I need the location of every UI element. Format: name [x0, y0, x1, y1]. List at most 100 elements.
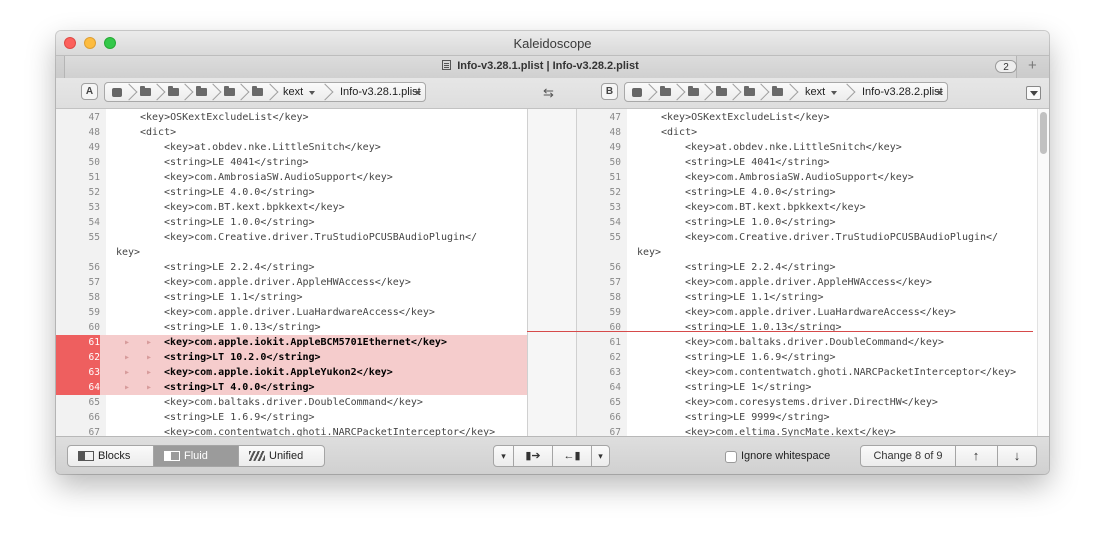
chevron-right-icon — [731, 83, 741, 101]
whitespace-marker-icon: ▸ — [146, 382, 153, 393]
ignore-whitespace-checkbox[interactable] — [725, 451, 737, 463]
merge-left-menu-button[interactable]: ▾ — [494, 446, 513, 466]
line-code: <key>com.contentwatch.ghoti.NARCPacketIn… — [164, 427, 496, 436]
mode-unified-button[interactable]: Unified — [239, 446, 324, 466]
code-line[interactable]: 65 <key>com.baltaks.driver.DoubleCommand<… — [56, 395, 527, 410]
changed-code-line[interactable]: 62 ▸ ▸ <string>LT 10.2.0</string> — [56, 350, 527, 365]
line-number: 65 — [88, 397, 100, 408]
code-line[interactable]: 66 <string>LE 9999</string> — [577, 410, 1037, 425]
code-line[interactable]: 55 <key>com.Creative.driver.TruStudioPCUS… — [56, 230, 527, 245]
swap-sides-icon[interactable]: ⇆ — [543, 85, 554, 101]
line-number: 47 — [609, 112, 621, 123]
code-line[interactable]: 47 <key>OSKextExcludeList</key> — [56, 110, 527, 125]
line-number: 48 — [88, 127, 100, 138]
code-line[interactable]: 48 <dict> — [56, 125, 527, 140]
code-line[interactable]: 51 <key>com.AmbrosiaSW.AudioSupport</key> — [577, 170, 1037, 185]
chevron-right-icon — [675, 83, 685, 101]
title-bar[interactable]: Kaleidoscope — [56, 31, 1049, 55]
code-line[interactable]: key> — [577, 245, 1037, 260]
line-number: 53 — [88, 202, 100, 213]
code-line[interactable]: 56 <string>LE 2.2.4</string> — [577, 260, 1037, 275]
chevron-right-icon — [211, 83, 221, 101]
whitespace-marker-icon: ▸ — [124, 367, 131, 378]
code-line[interactable]: 67 <key>com.contentwatch.ghoti.NARCPacket… — [56, 425, 527, 436]
changed-code-line[interactable]: 64 ▸ ▸ <string>LT 4.0.0</string> — [56, 380, 527, 395]
line-code: <key>com.baltaks.driver.DoubleCommand</k… — [685, 337, 944, 348]
code-line[interactable]: 60 <string>LE 1.0.13</string> — [56, 320, 527, 335]
code-line[interactable]: 54 <string>LE 1.0.0</string> — [56, 215, 527, 230]
left-breadcrumb[interactable]: kext Info-v3.28.1.plist — [104, 82, 426, 102]
ignore-whitespace-label[interactable]: Ignore whitespace — [741, 450, 830, 462]
change-navigator: Change 8 of 9 ↑ ↓ — [860, 445, 1037, 467]
code-line[interactable]: 48 <dict> — [577, 125, 1037, 140]
line-number: 55 — [88, 232, 100, 243]
code-line[interactable]: 59 <key>com.apple.driver.LuaHardwareAcces… — [577, 305, 1037, 320]
code-line[interactable]: 58 <string>LE 1.1</string> — [577, 290, 1037, 305]
copy-left-button[interactable]: ←▮ — [553, 446, 591, 466]
code-line[interactable]: 60 <string>LE 1.0.13</string> — [577, 320, 1037, 335]
code-line[interactable]: 66 <string>LE 1.6.9</string> — [56, 410, 527, 425]
mode-fluid-button[interactable]: Fluid — [154, 446, 239, 466]
line-number: 47 — [88, 112, 100, 123]
code-line[interactable]: 49 <key>at.obdev.nke.LittleSnitch</key> — [577, 140, 1037, 155]
code-line[interactable]: 47 <key>OSKextExcludeList</key> — [577, 110, 1037, 125]
code-line[interactable]: 53 <key>com.BT.kext.bpkkext</key> — [577, 200, 1037, 215]
add-tab-button[interactable]: + — [1028, 57, 1037, 74]
left-pane[interactable]: 47 <key>OSKextExcludeList</key> 48 <dict> 49… — [56, 109, 527, 436]
code-line[interactable]: 50 <string>LE 4041</string> — [56, 155, 527, 170]
mode-blocks-button[interactable]: Blocks — [68, 446, 154, 466]
line-number: 58 — [88, 292, 100, 303]
breadcrumb-file[interactable]: Info-v3.28.1.plist — [340, 86, 421, 98]
code-line[interactable]: 54 <string>LE 1.0.0</string> — [577, 215, 1037, 230]
vertical-scrollbar[interactable] — [1037, 109, 1049, 436]
code-line[interactable]: 57 <key>com.apple.driver.AppleHWAccess</k… — [56, 275, 527, 290]
code-line[interactable]: 62 <string>LE 1.6.9</string> — [577, 350, 1037, 365]
code-line[interactable]: 57 <key>com.apple.driver.AppleHWAccess</k… — [577, 275, 1037, 290]
previous-change-button[interactable]: ↑ — [956, 446, 996, 466]
tab-title-text: Info-v3.28.1.plist | Info-v3.28.2.plist — [457, 60, 639, 72]
merge-right-menu-button[interactable]: ▾ — [592, 446, 609, 466]
options-menu-button[interactable] — [1026, 86, 1041, 100]
right-pane[interactable]: 47 <key>OSKextExcludeList</key> 48 <dict> 49… — [577, 109, 1037, 436]
line-code: <string>LE 1.6.9</string> — [685, 352, 836, 363]
code-line[interactable]: 61 <key>com.baltaks.driver.DoubleCommand<… — [577, 335, 1037, 350]
code-line[interactable]: 49 <key>at.obdev.nke.LittleSnitch</key> — [56, 140, 527, 155]
breadcrumb-folder[interactable]: kext — [805, 86, 825, 98]
line-code: <string>LT 10.2.0</string> — [164, 352, 321, 363]
code-line[interactable]: 59 <key>com.apple.driver.LuaHardwareAcces… — [56, 305, 527, 320]
tab-comparison[interactable]: Info-v3.28.1.plist | Info-v3.28.2.plist … — [64, 56, 1017, 78]
breadcrumb-folder[interactable]: kext — [283, 86, 303, 98]
breadcrumb-file[interactable]: Info-v3.28.2.plist — [862, 86, 943, 98]
view-mode-control: Blocks Fluid Unified — [67, 445, 325, 467]
line-code: <key>OSKextExcludeList</key> — [661, 112, 830, 123]
tab-count-badge[interactable]: 2 — [995, 60, 1017, 73]
scrollbar-thumb[interactable] — [1040, 112, 1047, 154]
changed-code-line[interactable]: 63 ▸ ▸ <key>com.apple.iokit.AppleYukon2</ke… — [56, 365, 527, 380]
line-code: <string>LE 2.2.4</string> — [164, 262, 315, 273]
right-breadcrumb[interactable]: kext Info-v3.28.2.plist — [624, 82, 948, 102]
next-change-button[interactable]: ↓ — [998, 446, 1036, 466]
code-line[interactable]: 56 <string>LE 2.2.4</string> — [56, 260, 527, 275]
line-number: 57 — [609, 277, 621, 288]
code-line[interactable]: 64 <string>LE 1</string> — [577, 380, 1037, 395]
code-line[interactable]: 50 <string>LE 4041</string> — [577, 155, 1037, 170]
side-a-button[interactable]: A — [81, 83, 98, 100]
code-line[interactable]: 65 <key>com.coresystems.driver.DirectHW</… — [577, 395, 1037, 410]
code-line[interactable]: 52 <string>LE 4.0.0</string> — [577, 185, 1037, 200]
copy-right-button[interactable]: ▮➔ — [514, 446, 552, 466]
code-line[interactable]: 53 <key>com.BT.kext.bpkkext</key> — [56, 200, 527, 215]
code-line[interactable]: 55 <key>com.Creative.driver.TruStudioPCUS… — [577, 230, 1037, 245]
line-code: <key>com.AmbrosiaSW.AudioSupport</key> — [685, 172, 914, 183]
chevron-right-icon — [788, 83, 798, 101]
code-line[interactable]: 51 <key>com.AmbrosiaSW.AudioSupport</key> — [56, 170, 527, 185]
line-code: <key>com.BT.kext.bpkkext</key> — [164, 202, 345, 213]
code-line[interactable]: 52 <string>LE 4.0.0</string> — [56, 185, 527, 200]
bottom-toolbar: Blocks Fluid Unified ▾ ▮➔ ←▮ ▾ Ignore wh… — [56, 436, 1049, 474]
code-line[interactable]: 63 <key>com.contentwatch.ghoti.NARCPacket… — [577, 365, 1037, 380]
window-title: Kaleidoscope — [513, 36, 592, 51]
side-b-button[interactable]: B — [601, 83, 618, 100]
code-line[interactable]: key> — [56, 245, 527, 260]
code-line[interactable]: 67 <key>com.eltima.SyncMate.kext</key> — [577, 425, 1037, 436]
code-line[interactable]: 58 <string>LE 1.1</string> — [56, 290, 527, 305]
changed-code-line[interactable]: 61 ▸ ▸ <key>com.apple.iokit.AppleBCM5701Eth… — [56, 335, 527, 350]
